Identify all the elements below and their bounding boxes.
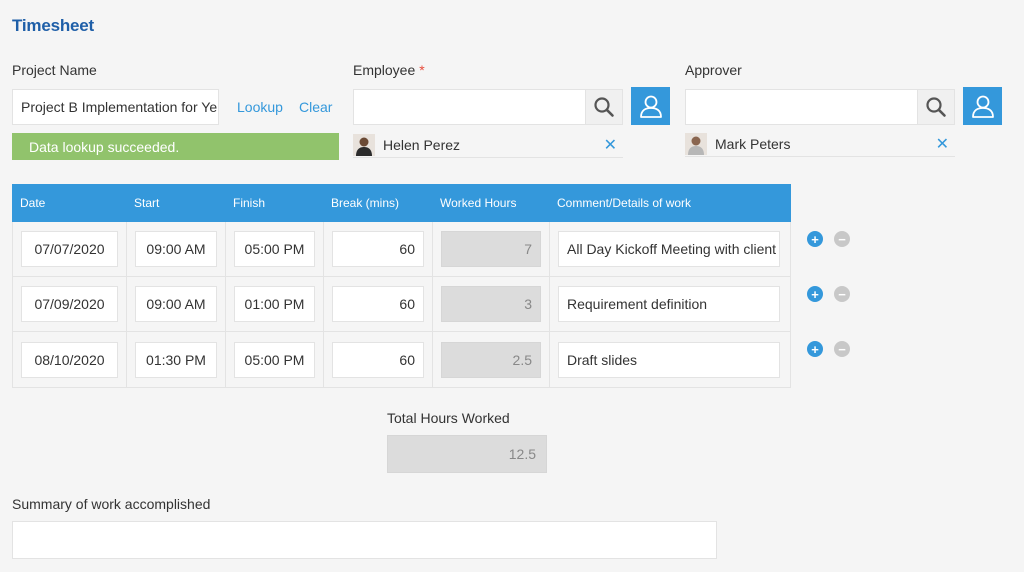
column-header-date: Date [20, 196, 46, 210]
worked-hours-value: 3 [441, 286, 541, 322]
employee-input[interactable] [353, 89, 586, 125]
row-actions: + − [807, 341, 850, 357]
search-icon [926, 97, 946, 117]
column-header-worked-hours: Worked Hours [440, 196, 517, 210]
remove-employee-close-icon[interactable]: ✕ [604, 135, 617, 155]
approver-user-picker-button[interactable] [963, 87, 1002, 125]
total-hours-value: 12.5 [387, 435, 547, 473]
approver-selected-chip: Mark Peters ✕ [685, 131, 955, 157]
start-time-input[interactable]: 01:30 PM [135, 341, 217, 378]
worked-hours-value: 2.5 [441, 341, 541, 378]
project-name-label: Project Name [12, 62, 97, 78]
user-icon [639, 95, 662, 118]
date-input[interactable]: 08/10/2020 [21, 341, 118, 378]
employee-name: Helen Perez [383, 136, 461, 153]
approver-input[interactable] [685, 89, 918, 125]
comment-input[interactable]: All Day Kickoff Meeting with client [558, 231, 780, 267]
worked-hours-value: 7 [441, 231, 541, 267]
user-icon [971, 95, 994, 118]
timesheet-table-header: Date Start Finish Break (mins) Worked Ho… [12, 184, 791, 222]
clear-button[interactable]: Clear [299, 99, 332, 115]
comment-input[interactable]: Requirement definition [558, 286, 780, 322]
remove-row-minus-icon[interactable]: − [834, 286, 850, 302]
employee-label-text: Employee [353, 62, 416, 78]
row-actions: + − [807, 231, 850, 247]
page-title: Timesheet [12, 16, 94, 35]
break-input[interactable]: 60 [332, 286, 424, 322]
lookup-button[interactable]: Lookup [237, 99, 283, 115]
summary-textarea[interactable] [12, 521, 717, 559]
total-hours-label: Total Hours Worked [387, 410, 510, 426]
project-name-input[interactable]: Project B Implementation for Yello [12, 89, 219, 125]
column-header-start: Start [134, 196, 160, 210]
employee-search-button[interactable] [585, 89, 623, 125]
finish-time-input[interactable]: 05:00 PM [234, 341, 315, 378]
table-row: 08/10/2020 01:30 PM 05:00 PM 60 2.5 Draf… [13, 332, 790, 387]
remove-row-minus-icon[interactable]: − [834, 341, 850, 357]
timesheet-table-body: 07/07/2020 09:00 AM 05:00 PM 60 7 All Da… [12, 222, 791, 388]
required-mark: * [419, 62, 425, 78]
approver-search-button[interactable] [917, 89, 955, 125]
remove-approver-close-icon[interactable]: ✕ [936, 134, 949, 154]
comment-input[interactable]: Draft slides [558, 341, 780, 378]
avatar [353, 133, 375, 156]
break-input[interactable]: 60 [332, 231, 424, 267]
table-row: 07/09/2020 09:00 AM 01:00 PM 60 3 Requir… [13, 277, 790, 332]
start-time-input[interactable]: 09:00 AM [135, 286, 217, 322]
column-header-break: Break (mins) [331, 196, 400, 210]
remove-row-minus-icon[interactable]: − [834, 231, 850, 247]
employee-user-picker-button[interactable] [631, 87, 670, 125]
finish-time-input[interactable]: 01:00 PM [234, 286, 315, 322]
column-header-finish: Finish [233, 196, 266, 210]
add-row-plus-icon[interactable]: + [807, 231, 823, 247]
lookup-success-message: Data lookup succeeded. [12, 133, 339, 160]
column-header-comment: Comment/Details of work [557, 196, 692, 210]
employee-label: Employee * [353, 62, 425, 78]
avatar [685, 132, 707, 155]
search-icon [594, 97, 614, 117]
row-actions: + − [807, 286, 850, 302]
start-time-input[interactable]: 09:00 AM [135, 231, 217, 267]
add-row-plus-icon[interactable]: + [807, 286, 823, 302]
table-row: 07/07/2020 09:00 AM 05:00 PM 60 7 All Da… [13, 222, 790, 277]
employee-selected-chip: Helen Perez ✕ [353, 132, 623, 158]
summary-label: Summary of work accomplished [12, 496, 211, 512]
date-input[interactable]: 07/09/2020 [21, 286, 118, 322]
finish-time-input[interactable]: 05:00 PM [234, 231, 315, 267]
approver-label: Approver [685, 62, 742, 78]
break-input[interactable]: 60 [332, 341, 424, 378]
approver-name: Mark Peters [715, 135, 791, 152]
add-row-plus-icon[interactable]: + [807, 341, 823, 357]
date-input[interactable]: 07/07/2020 [21, 231, 118, 267]
